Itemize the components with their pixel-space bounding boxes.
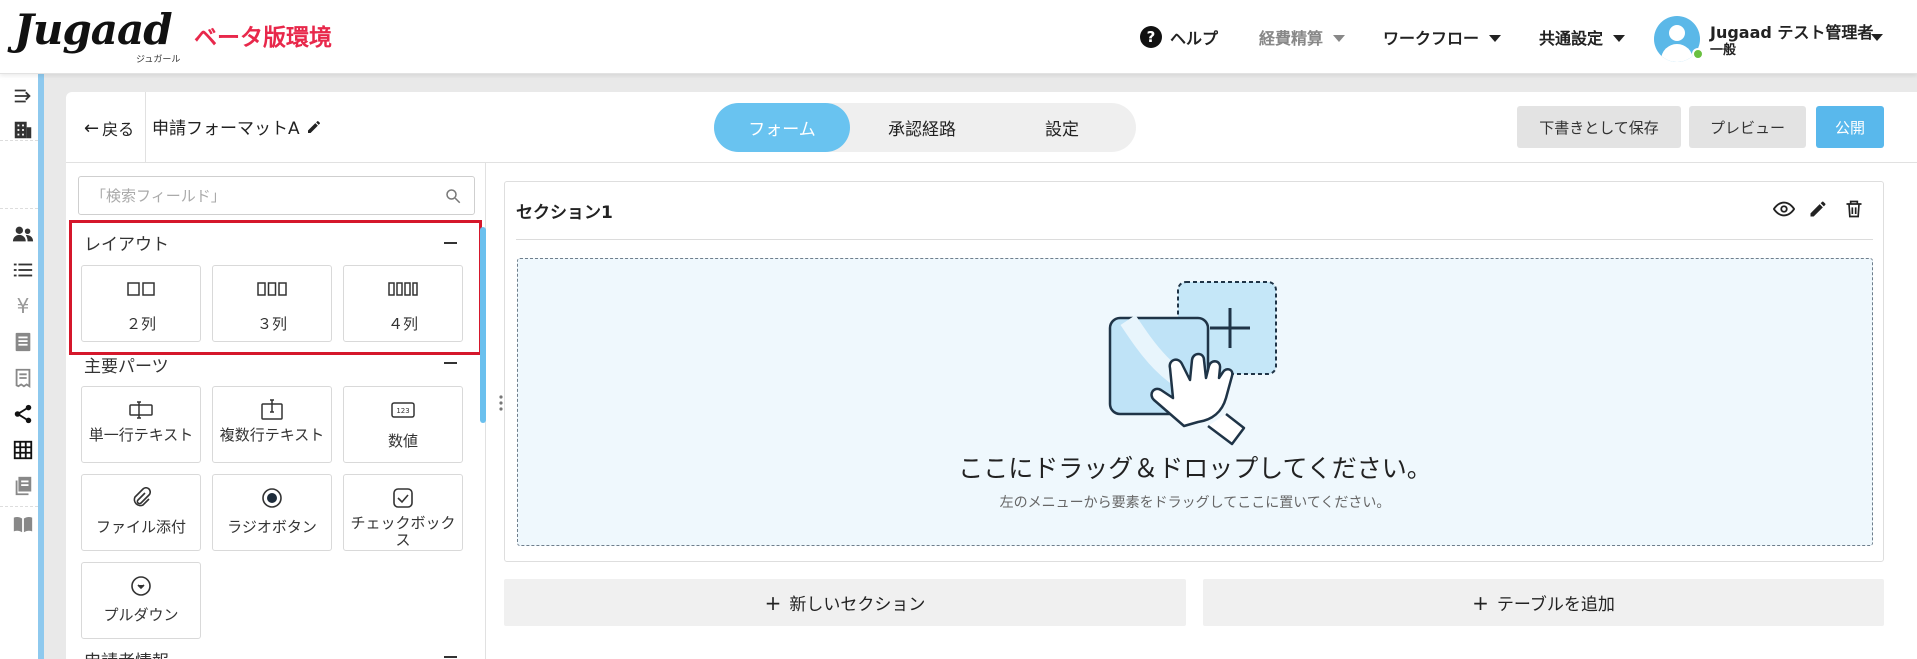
plus-icon: + xyxy=(1472,590,1489,615)
grid-icon[interactable] xyxy=(11,438,35,462)
palette-item-single-line-text[interactable]: 単一行テキスト xyxy=(81,386,201,463)
collapse-icon[interactable] xyxy=(444,362,457,364)
add-section-button[interactable]: + 新しいセクション xyxy=(504,579,1186,626)
chevron-down-icon xyxy=(1489,34,1502,42)
back-label: 戻る xyxy=(102,120,135,139)
palette-item-radio-button[interactable]: ラジオボタン xyxy=(212,474,332,551)
dropdown-icon xyxy=(130,575,152,597)
group-title-applicant-info: 申請者情報 xyxy=(84,647,169,659)
chevron-down-icon xyxy=(1613,34,1626,42)
add-table-label: テーブルを追加 xyxy=(1496,595,1615,615)
building-icon[interactable] xyxy=(11,118,35,142)
palette-item-checkbox[interactable]: チェックボックス xyxy=(343,474,463,551)
pencil-icon[interactable] xyxy=(306,119,322,135)
pencil-icon[interactable] xyxy=(1806,197,1830,221)
nav-menu-expense[interactable]: 経費精算 xyxy=(1259,0,1346,74)
nav-menu-label: 共通設定 xyxy=(1539,29,1604,48)
palette-scrollbar[interactable] xyxy=(480,227,486,423)
divider xyxy=(145,92,146,163)
files-icon[interactable] xyxy=(11,474,35,498)
top-header: Jugaad ジュガール ベータ版環境 ? ヘルプ 経費精算 ワークフロー 共通… xyxy=(0,0,1917,74)
icon-sidebar: ¥ xyxy=(0,74,44,659)
section-title: セクション1 xyxy=(516,203,613,223)
online-status-dot xyxy=(1692,48,1704,60)
drag-drop-illustration-icon xyxy=(1108,281,1277,446)
number-icon: 123 xyxy=(390,399,416,421)
checkbox-icon xyxy=(392,487,414,509)
multi-line-text-icon xyxy=(259,399,285,421)
document-icon[interactable] xyxy=(11,330,35,354)
add-table-button[interactable]: + テーブルを追加 xyxy=(1203,579,1884,626)
highlight-annotation xyxy=(69,220,482,355)
help-icon: ? xyxy=(1140,26,1162,48)
single-line-text-icon xyxy=(128,399,154,421)
tab-approval-route[interactable]: 承認経路 xyxy=(854,103,990,152)
palette-item-label: ファイル添付 xyxy=(95,518,186,536)
logo-text: Jugaad xyxy=(14,5,173,54)
logo-subtext: ジュガール xyxy=(136,55,181,65)
save-draft-button[interactable]: 下書きとして保存 xyxy=(1517,106,1681,148)
palette-item-label: チェックボックス xyxy=(350,514,456,549)
add-section-label: 新しいセクション xyxy=(789,595,926,615)
form-title-text: 申請フォーマットA xyxy=(152,119,300,139)
divider xyxy=(516,239,1873,240)
collapse-icon[interactable] xyxy=(444,656,457,658)
user-role: 一般 xyxy=(1710,43,1737,58)
tab-settings[interactable]: 設定 xyxy=(994,103,1130,152)
collapse-icon[interactable] xyxy=(11,84,35,108)
yen-icon[interactable]: ¥ xyxy=(11,294,35,318)
field-search[interactable] xyxy=(78,176,475,215)
nav-menu-label: ワークフロー xyxy=(1383,29,1480,48)
palette-item-label: 数値 xyxy=(387,432,418,450)
radio-icon xyxy=(261,487,283,509)
publish-button[interactable]: 公開 xyxy=(1816,106,1884,148)
trash-icon[interactable] xyxy=(1842,197,1866,221)
back-button[interactable]: ← 戻る xyxy=(84,116,134,140)
palette-item-multi-line-text[interactable]: 複数行テキスト xyxy=(212,386,332,463)
user-menu-chevron-icon[interactable] xyxy=(1871,34,1883,41)
drop-zone-title: ここにドラッグ＆ドロップしてください。 xyxy=(958,454,1432,483)
plus-icon: + xyxy=(764,590,782,615)
attachment-icon xyxy=(131,487,151,509)
editor-tabs: フォーム 承認経路 設定 xyxy=(714,103,1136,152)
environment-label: ベータ版環境 xyxy=(194,25,332,51)
app-logo[interactable]: Jugaad ジュガール xyxy=(14,5,180,66)
nav-menu-common-settings[interactable]: 共通設定 xyxy=(1539,0,1626,74)
palette-item-label: プルダウン xyxy=(103,606,179,624)
chevron-down-icon xyxy=(1333,34,1346,42)
nav-menu-label: 経費精算 xyxy=(1259,29,1324,48)
share-icon[interactable] xyxy=(11,402,35,426)
drop-zone-hint: 左のメニューから要素をドラッグしてここに置いてください。 xyxy=(999,495,1391,511)
tab-form[interactable]: フォーム xyxy=(714,103,850,152)
preview-button[interactable]: プレビュー xyxy=(1689,106,1806,148)
help-label: ヘルプ xyxy=(1170,29,1219,48)
palette-item-dropdown[interactable]: プルダウン xyxy=(81,562,201,639)
nav-menu-workflow[interactable]: ワークフロー xyxy=(1383,0,1502,74)
svg-text:123: 123 xyxy=(396,407,409,415)
arrow-left-icon: ← xyxy=(84,117,100,139)
help-link[interactable]: ? ヘルプ xyxy=(1140,0,1218,74)
palette-item-label: 単一行テキスト xyxy=(88,426,194,444)
palette-item-file-attachment[interactable]: ファイル添付 xyxy=(81,474,201,551)
group-title-main-parts: 主要パーツ xyxy=(84,357,169,377)
palette-item-label: ラジオボタン xyxy=(227,518,317,536)
palette-item-label: 複数行テキスト xyxy=(219,426,325,444)
receipt-icon[interactable] xyxy=(11,366,35,390)
search-icon[interactable] xyxy=(444,187,462,205)
form-title[interactable]: 申請フォーマットA xyxy=(152,114,322,139)
book-icon[interactable] xyxy=(11,512,35,536)
users-icon[interactable] xyxy=(11,222,35,246)
list-icon[interactable] xyxy=(11,258,35,282)
eye-icon[interactable] xyxy=(1772,197,1796,221)
search-input[interactable] xyxy=(79,177,419,214)
palette-item-number[interactable]: 123 数値 xyxy=(343,386,463,463)
